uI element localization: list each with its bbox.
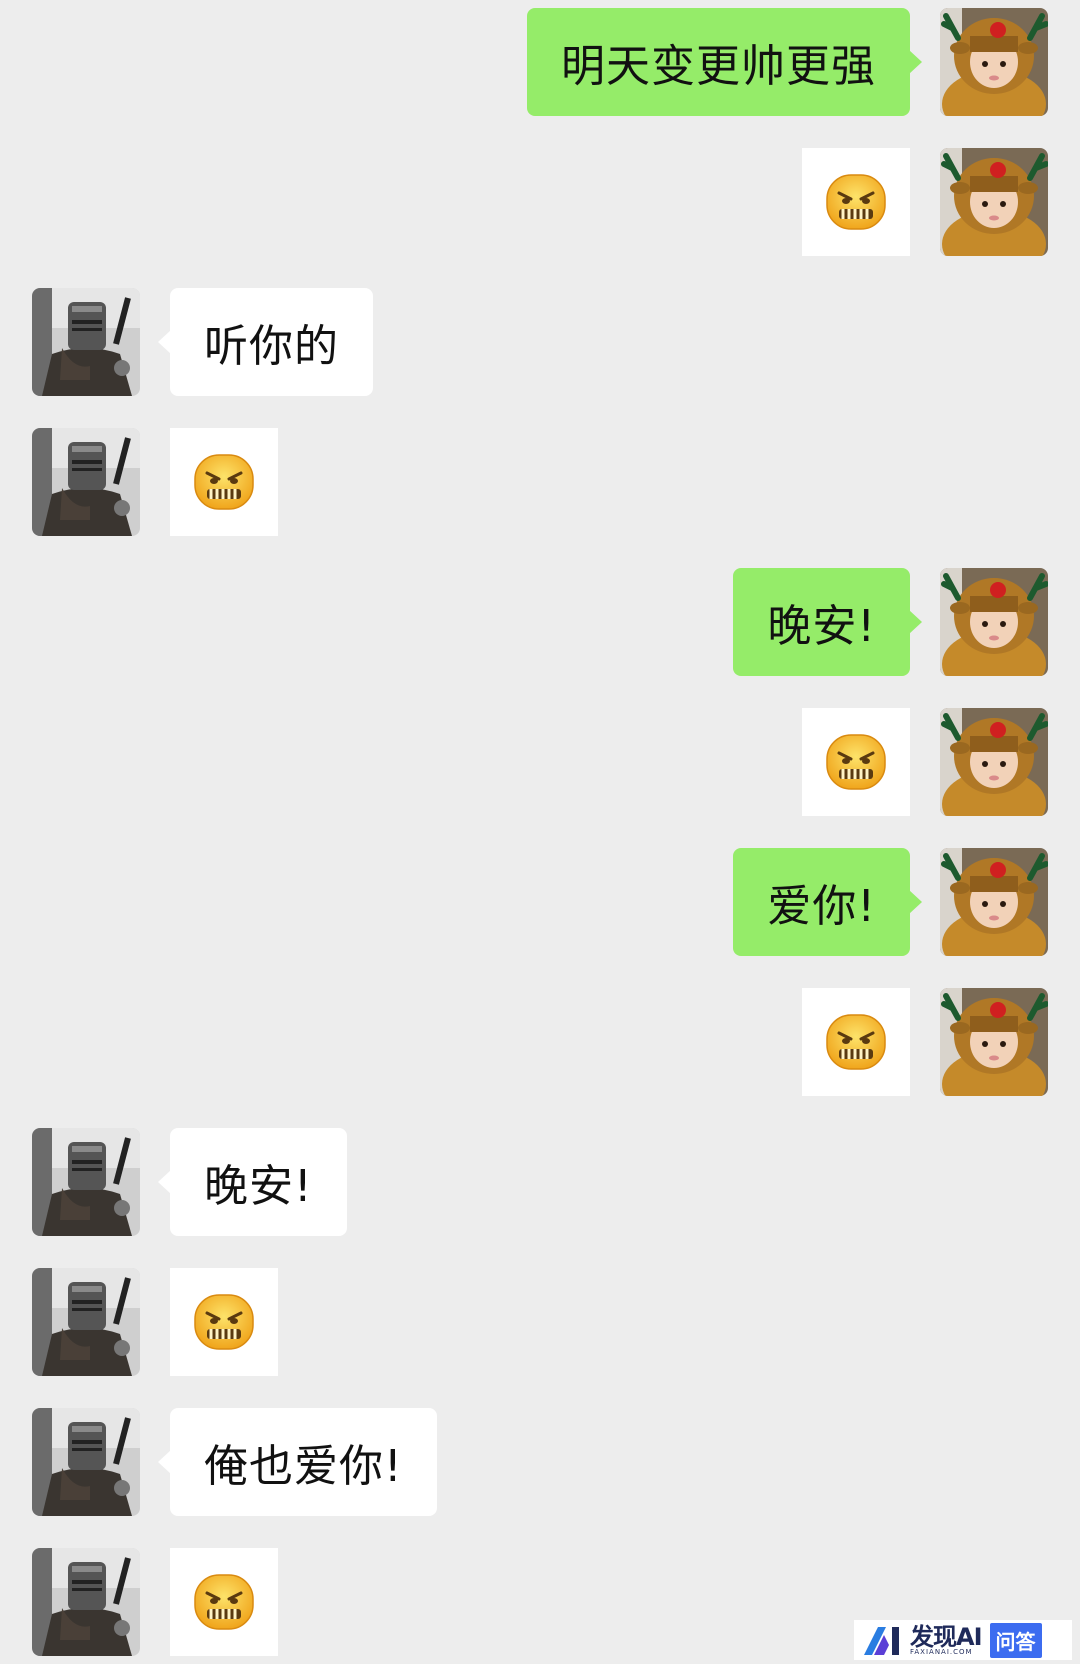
message-bubble[interactable]: 晚安! — [733, 568, 922, 676]
contact-avatar[interactable] — [32, 288, 140, 396]
grimace-emoji-icon — [823, 1009, 889, 1075]
message-bubble[interactable]: 爱你! — [733, 848, 922, 956]
sent-message-row: 晚安! — [0, 568, 1080, 676]
sticker-message[interactable] — [802, 988, 910, 1096]
received-message-row — [0, 428, 1080, 536]
ai-logo-icon — [864, 1627, 899, 1655]
grimace-emoji-icon — [191, 449, 257, 515]
sent-message-row — [0, 988, 1080, 1096]
message-bubble[interactable]: 明天变更帅更强 — [527, 8, 922, 116]
message-bubble[interactable]: 晚安! — [158, 1128, 347, 1236]
contact-avatar[interactable] — [32, 1128, 140, 1236]
received-message-row — [0, 1268, 1080, 1376]
grimace-emoji-icon — [191, 1289, 257, 1355]
my-avatar[interactable] — [940, 988, 1048, 1096]
my-avatar[interactable] — [940, 708, 1048, 816]
received-message-row: 晚安! — [0, 1128, 1080, 1236]
contact-avatar[interactable] — [32, 1268, 140, 1376]
my-avatar[interactable] — [940, 148, 1048, 256]
sent-message-row: 爱你! — [0, 848, 1080, 956]
my-avatar[interactable] — [940, 848, 1048, 956]
grimace-emoji-icon — [823, 169, 889, 235]
watermark-brand: 发现AI — [910, 1622, 983, 1651]
sticker-message[interactable] — [802, 708, 910, 816]
contact-avatar[interactable] — [32, 428, 140, 536]
message-bubble[interactable]: 听你的 — [158, 288, 373, 396]
sticker-message[interactable] — [170, 1268, 278, 1376]
watermark-tag: 问答 — [989, 1622, 1042, 1658]
sticker-message[interactable] — [170, 1548, 278, 1656]
grimace-emoji-icon — [191, 1569, 257, 1635]
received-message-row: 俺也爱你! — [0, 1408, 1080, 1516]
received-message-row: 听你的 — [0, 288, 1080, 396]
contact-avatar[interactable] — [32, 1408, 140, 1516]
sticker-message[interactable] — [802, 148, 910, 256]
sent-message-row — [0, 148, 1080, 256]
sent-message-row: 明天变更帅更强 — [0, 8, 1080, 116]
my-avatar[interactable] — [940, 8, 1048, 116]
watermark: 发现AI FAXIANAI.COM 问答 — [854, 1620, 1072, 1660]
grimace-emoji-icon — [823, 729, 889, 795]
my-avatar[interactable] — [940, 568, 1048, 676]
sticker-message[interactable] — [170, 428, 278, 536]
contact-avatar[interactable] — [32, 1548, 140, 1656]
message-bubble[interactable]: 俺也爱你! — [158, 1408, 437, 1516]
sent-message-row — [0, 708, 1080, 816]
chat-message-list[interactable]: 明天变更帅更强 听你的 晚安! 爱你! 晚安! 俺也爱你! — [0, 0, 1080, 1664]
watermark-domain: FAXIANAI.COM — [910, 1647, 973, 1656]
